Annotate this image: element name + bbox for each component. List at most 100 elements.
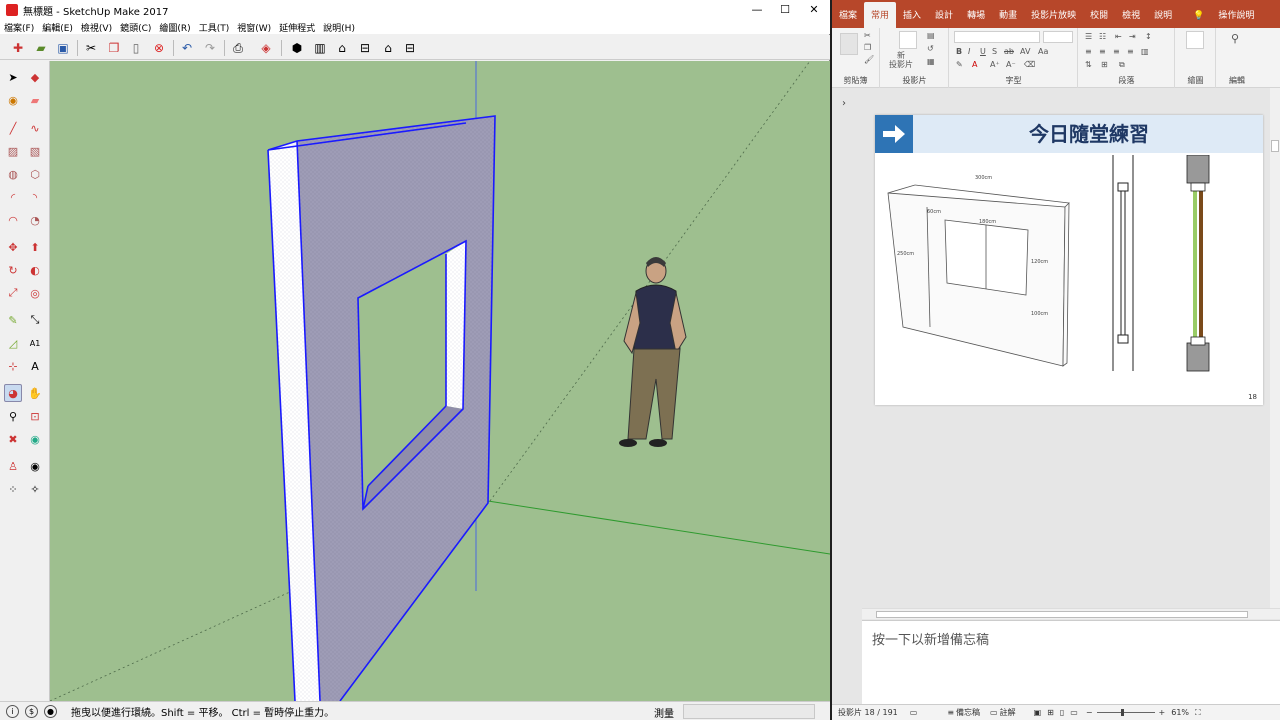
- maximize-button[interactable]: ☐: [771, 0, 799, 20]
- getting-started-icon[interactable]: ✚: [9, 39, 27, 57]
- orbit-icon[interactable]: ◕: [4, 384, 22, 402]
- tab-review[interactable]: 校閱: [1083, 8, 1115, 28]
- paint-bucket-icon[interactable]: ◉: [4, 91, 22, 109]
- make-component-icon[interactable]: ◆: [26, 68, 44, 86]
- minimize-button[interactable]: —: [743, 0, 771, 20]
- zoom-slider[interactable]: [1096, 709, 1155, 716]
- info-icon[interactable]: i: [6, 704, 19, 718]
- increase-indent-icon[interactable]: ⇥: [1129, 32, 1136, 41]
- polygon-icon[interactable]: ⬡: [26, 165, 44, 183]
- menu-extensions[interactable]: 延伸程式: [279, 21, 315, 34]
- zoom-extents-icon[interactable]: ✖: [4, 430, 22, 448]
- find-icon[interactable]: ⚲: [1231, 32, 1239, 45]
- shadow-icon[interactable]: S: [992, 47, 997, 56]
- tab-view[interactable]: 檢視: [1115, 8, 1147, 28]
- measurements-input[interactable]: [683, 704, 815, 719]
- 3d-scene[interactable]: [50, 61, 830, 701]
- numbering-icon[interactable]: ☷: [1099, 32, 1106, 41]
- axes-icon[interactable]: ⊹: [4, 357, 22, 375]
- rotate-icon[interactable]: ↻: [4, 261, 22, 279]
- sketchup-title-bar[interactable]: 無標題 - SketchUp Make 2017 — ☐ ✕: [0, 0, 830, 20]
- back-view-icon[interactable]: ⌂: [379, 39, 397, 57]
- push-pull-icon[interactable]: ⬆: [26, 238, 44, 256]
- line-spacing-icon[interactable]: ↕: [1145, 32, 1152, 41]
- front-view-icon[interactable]: ⌂: [333, 39, 351, 57]
- menu-help[interactable]: 說明(H): [323, 21, 355, 34]
- paste-button[interactable]: [840, 33, 858, 55]
- zoom-in-button[interactable]: +: [1159, 708, 1166, 717]
- font-size-select[interactable]: [1043, 31, 1073, 43]
- offset-icon[interactable]: ◎: [26, 284, 44, 302]
- reset-icon[interactable]: ↺: [927, 44, 934, 53]
- align-right-icon[interactable]: ≡: [1113, 47, 1120, 56]
- bold-icon[interactable]: B: [956, 47, 962, 56]
- copy-icon[interactable]: ❐: [864, 43, 871, 52]
- tab-slideshow[interactable]: 投影片放映: [1024, 8, 1083, 28]
- dimension-icon[interactable]: ⤡: [26, 311, 44, 329]
- cut-icon[interactable]: ✂: [82, 39, 100, 57]
- menu-file[interactable]: 檔案(F): [4, 21, 34, 34]
- tape-measure-icon[interactable]: ✎: [4, 311, 22, 329]
- shapes-icon[interactable]: [1186, 31, 1204, 49]
- arc-icon[interactable]: ◜: [4, 188, 22, 206]
- align-center-icon[interactable]: ≡: [1099, 47, 1106, 56]
- open-icon[interactable]: ▰: [32, 39, 50, 57]
- erase-icon[interactable]: ⊗: [150, 39, 168, 57]
- comments-toggle[interactable]: 註解: [1000, 707, 1016, 718]
- 3d-text-icon[interactable]: A: [26, 357, 44, 375]
- paste-icon[interactable]: ▯: [127, 39, 145, 57]
- menu-tools[interactable]: 工具(T): [199, 21, 230, 34]
- fit-slide-icon[interactable]: ⛶: [1195, 708, 1201, 718]
- new-slide-icon[interactable]: [899, 31, 917, 49]
- tab-insert[interactable]: 插入: [896, 8, 928, 28]
- protractor-icon[interactable]: ◿: [4, 334, 22, 352]
- move-icon[interactable]: ✥: [4, 238, 22, 256]
- model-info-icon[interactable]: ◈: [257, 39, 275, 57]
- menu-edit[interactable]: 編輯(E): [42, 21, 73, 34]
- text-icon[interactable]: A1: [26, 334, 44, 352]
- horizontal-scrollbar[interactable]: [862, 608, 1280, 619]
- section-plane-icon[interactable]: ✧: [26, 480, 44, 498]
- tab-help[interactable]: 說明: [1147, 8, 1179, 28]
- top-view-icon[interactable]: ▥: [311, 39, 329, 57]
- tell-me-search[interactable]: 💡 操作說明: [1179, 8, 1268, 28]
- pan-icon[interactable]: ✋: [26, 384, 44, 402]
- notes-toggle[interactable]: 備忘稿: [956, 707, 980, 718]
- three-point-arc-icon[interactable]: ◠: [4, 211, 22, 229]
- underline-icon[interactable]: U: [980, 47, 986, 56]
- position-camera-icon[interactable]: ♙: [4, 457, 22, 475]
- tab-design[interactable]: 設計: [928, 8, 960, 28]
- align-left-icon[interactable]: ≡: [1085, 47, 1092, 56]
- zoom-window-icon[interactable]: ⊡: [26, 407, 44, 425]
- two-point-arc-icon[interactable]: ◝: [26, 188, 44, 206]
- slide-drawing[interactable]: 300cm 60cm 180cm 120cm 250cm 100cm: [875, 155, 1263, 405]
- cut-icon[interactable]: ✂: [864, 31, 871, 40]
- strikethrough-icon[interactable]: ab: [1004, 47, 1014, 56]
- clear-format-icon[interactable]: ⌫: [1024, 60, 1035, 69]
- menu-window[interactable]: 視窗(W): [237, 21, 271, 34]
- normal-view-icon[interactable]: ▣: [1034, 708, 1042, 717]
- credits-icon[interactable]: $: [25, 704, 38, 718]
- menu-draw[interactable]: 繪圖(R): [159, 21, 190, 34]
- zoom-level[interactable]: 61%: [1171, 708, 1189, 717]
- walk-icon[interactable]: ⁘: [4, 480, 22, 498]
- current-slide[interactable]: 今日隨堂練習 300cm 60cm 180cm 120cm 250cm 100c…: [875, 115, 1263, 405]
- menu-view[interactable]: 檢視(V): [81, 21, 112, 34]
- zoom-icon[interactable]: ⚲: [4, 407, 22, 425]
- accessibility-icon[interactable]: ▭: [910, 708, 918, 717]
- notes-pane[interactable]: 按一下以新增備忘稿: [862, 620, 1280, 704]
- columns-icon[interactable]: ▥: [1141, 47, 1149, 56]
- close-button[interactable]: ✕: [800, 0, 828, 20]
- undo-icon[interactable]: ↶: [178, 39, 196, 57]
- font-color-icon[interactable]: A: [972, 60, 977, 69]
- bullets-icon[interactable]: ☰: [1085, 32, 1092, 41]
- font-name-select[interactable]: [954, 31, 1040, 43]
- share-button[interactable]: 👤共用: [1268, 8, 1280, 28]
- zoom-out-button[interactable]: −: [1086, 708, 1093, 717]
- new-slide-button[interactable]: 新 投影片: [889, 51, 913, 69]
- follow-me-icon[interactable]: ◐: [26, 261, 44, 279]
- freehand-icon[interactable]: ∿: [26, 119, 44, 137]
- char-spacing-icon[interactable]: AV: [1020, 47, 1030, 56]
- left-view-icon[interactable]: ⊟: [401, 39, 419, 57]
- grow-font-icon[interactable]: A⁺: [990, 60, 1000, 69]
